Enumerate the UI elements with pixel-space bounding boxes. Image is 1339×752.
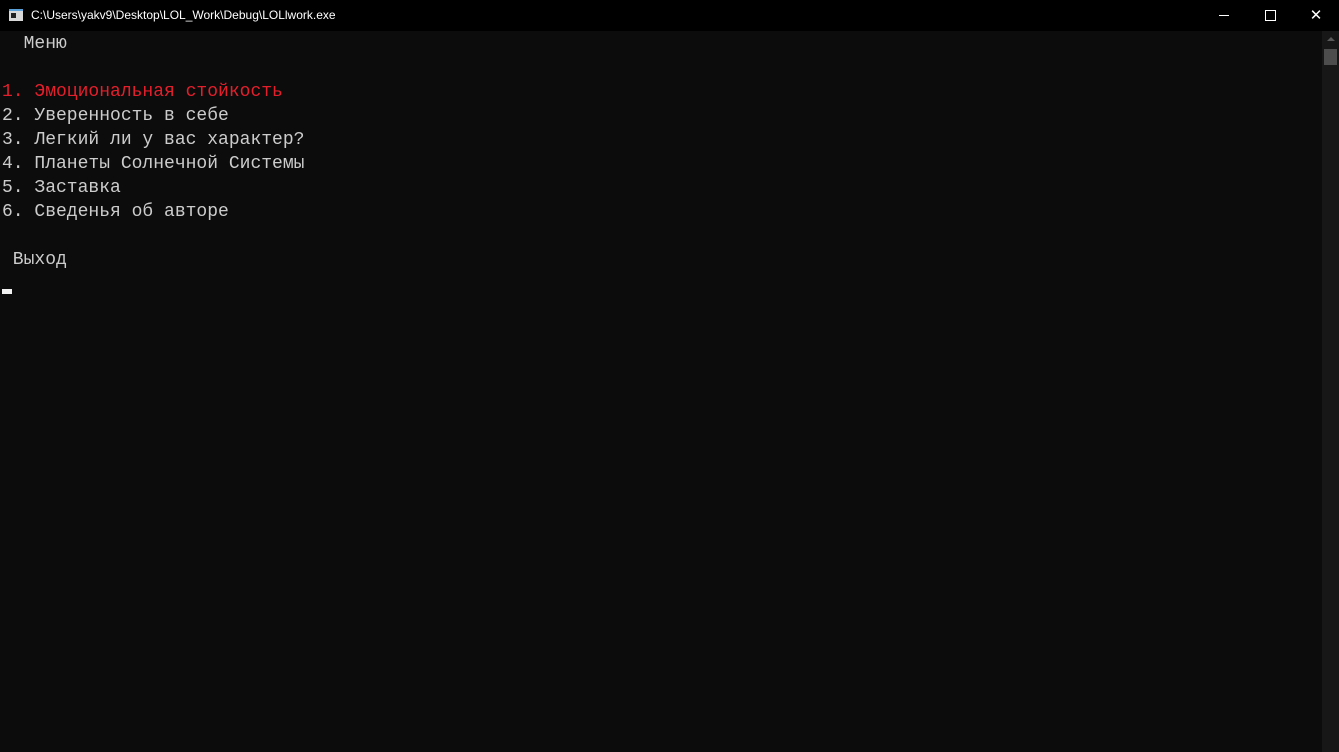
window-title: C:\Users\yakv9\Desktop\LOL_Work\Debug\LO… xyxy=(31,8,336,22)
minimize-button[interactable] xyxy=(1201,0,1247,31)
menu-item-solar-planets[interactable]: 4. Планеты Солнечной Системы xyxy=(2,152,304,176)
menu-item-self-confidence[interactable]: 2. Уверенность в себе xyxy=(2,104,229,128)
console-window: C:\Users\yakv9\Desktop\LOL_Work\Debug\LO… xyxy=(0,0,1339,752)
minimize-icon xyxy=(1219,15,1229,16)
close-icon: ✕ xyxy=(1309,6,1323,24)
menu-title: Меню xyxy=(2,34,67,54)
console-app-icon[interactable] xyxy=(9,9,23,21)
title-bar[interactable]: C:\Users\yakv9\Desktop\LOL_Work\Debug\LO… xyxy=(0,0,1339,31)
scroll-up-arrow-icon[interactable] xyxy=(1322,31,1339,47)
text-cursor xyxy=(2,289,12,294)
scroll-thumb[interactable] xyxy=(1324,49,1337,65)
maximize-icon xyxy=(1264,10,1276,21)
menu-item-splash-screen[interactable]: 5. Заставка xyxy=(2,176,121,200)
menu-item-character-test[interactable]: 3. Легкий ли у вас характер? xyxy=(2,128,304,152)
menu-item-author-info[interactable]: 6. Сведенья об авторе xyxy=(2,200,229,224)
console-output[interactable]: Меню 1. Эмоциональная стойкость 2. Увере… xyxy=(0,31,1322,752)
menu-item-emotional-stability[interactable]: 1. Эмоциональная стойкость xyxy=(2,80,283,104)
close-button[interactable]: ✕ xyxy=(1293,0,1339,31)
maximize-button[interactable] xyxy=(1247,0,1293,31)
vertical-scrollbar[interactable] xyxy=(1322,31,1339,752)
menu-item-exit[interactable]: Выход xyxy=(2,248,67,272)
